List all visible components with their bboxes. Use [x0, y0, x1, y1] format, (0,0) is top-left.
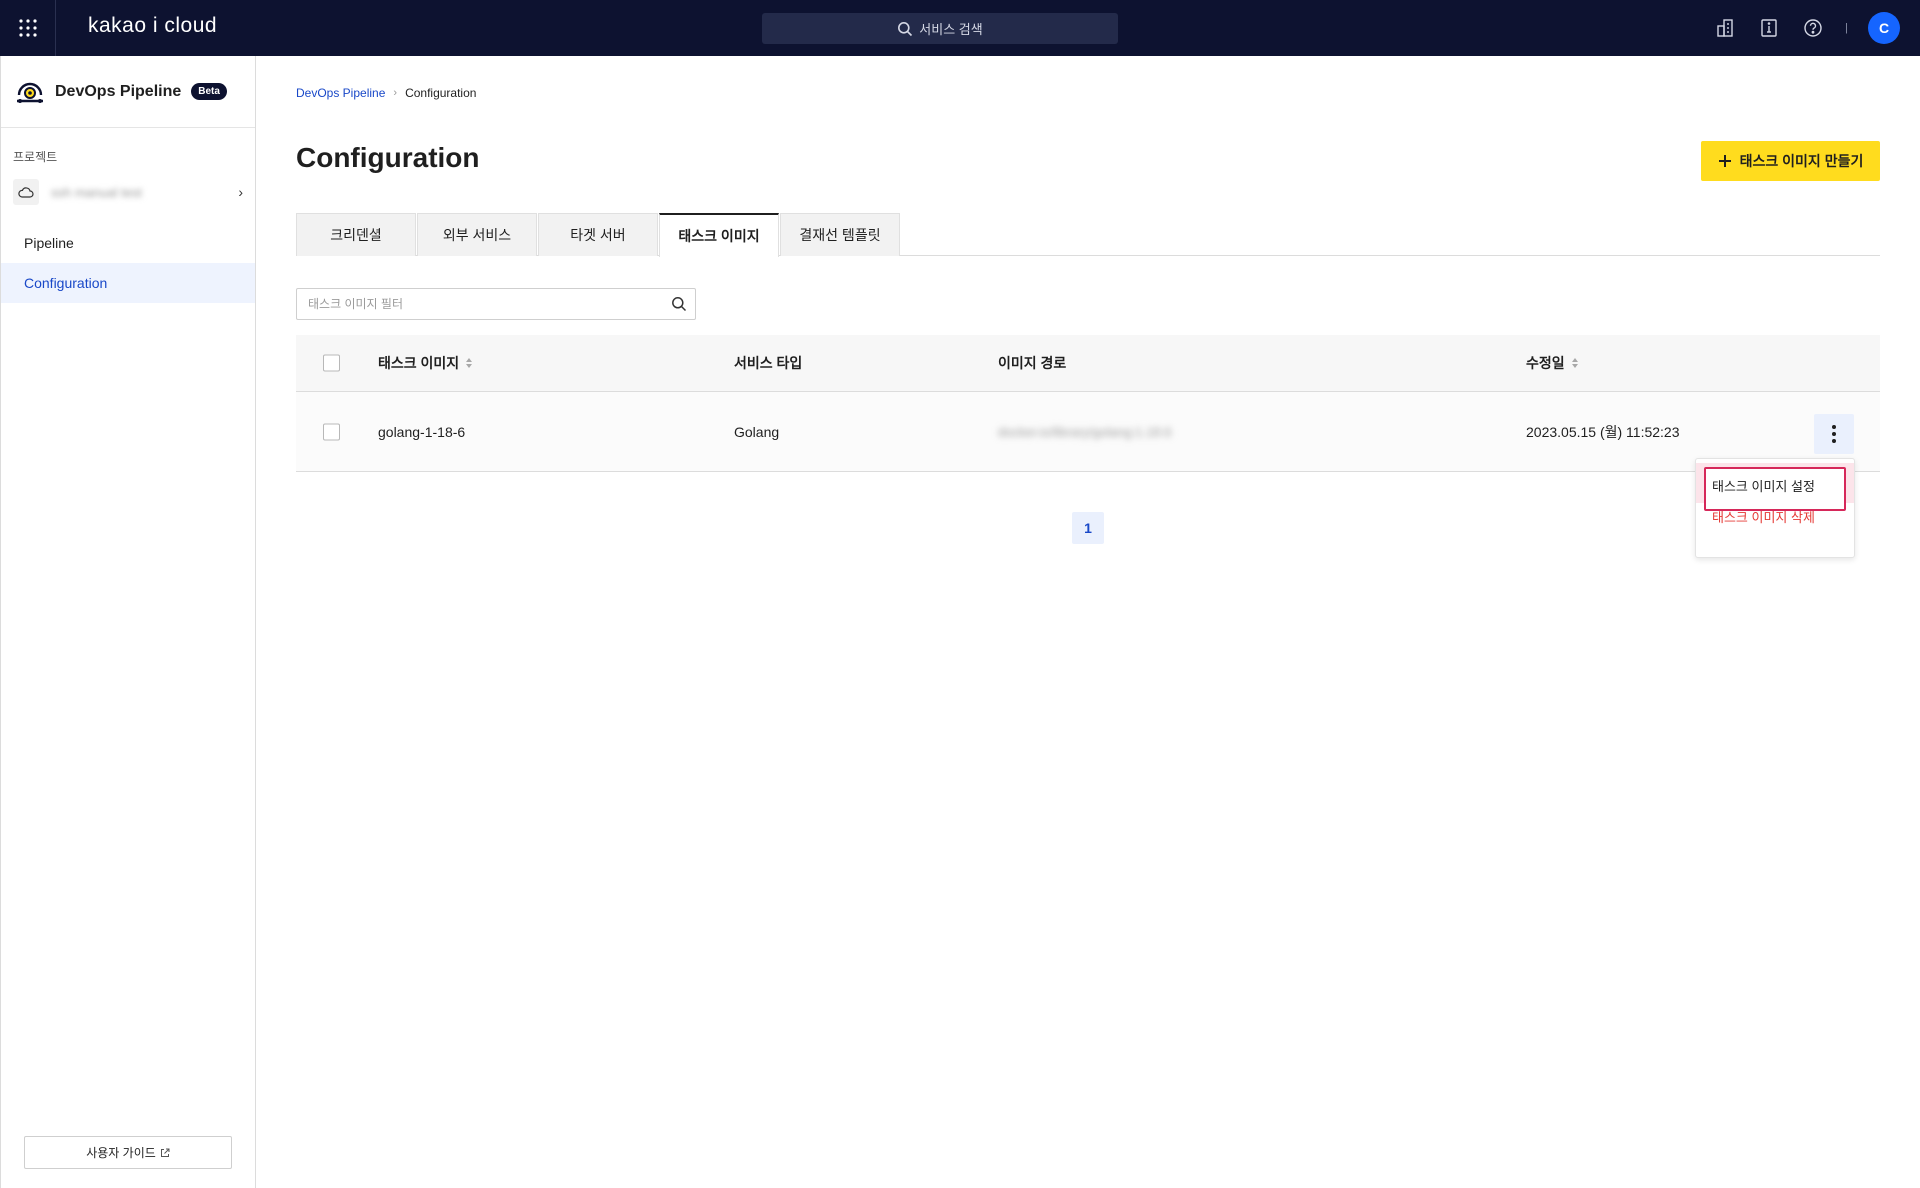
sort-icon[interactable] [1571, 357, 1579, 369]
table-row[interactable]: golang-1-18-6 Golang docker.io/library/g… [296, 392, 1880, 472]
chevron-right-icon: › [393, 87, 398, 99]
plus-icon [1718, 155, 1731, 167]
menu-item-delete-task-image[interactable]: 태스크 이미지 삭제 [1696, 507, 1854, 539]
task-image-filter [296, 288, 696, 320]
column-header-modified[interactable]: 수정일 [1526, 353, 1565, 373]
user-guide-button[interactable]: 사용자 가이드 [24, 1136, 232, 1169]
breadcrumb-current: Configuration [405, 86, 477, 100]
tab-credential[interactable]: 크리덴셜 [296, 213, 416, 256]
menu-item-task-image-settings[interactable]: 태스크 이미지 설정 [1696, 463, 1854, 511]
search-icon [898, 21, 913, 36]
search-icon[interactable] [671, 296, 687, 317]
project-section-label: 프로젝트 [13, 150, 58, 164]
task-image-name[interactable]: golang-1-18-6 [378, 424, 465, 440]
sidebar: DevOps Pipeline Beta 프로젝트 ssh manual tes… [0, 56, 256, 1188]
service-type: Golang [734, 423, 780, 440]
row-more-button[interactable] [1814, 414, 1854, 454]
row-action-menu: 태스크 이미지 설정 태스크 이미지 삭제 [1695, 458, 1855, 558]
chevron-right-icon: › [238, 184, 243, 200]
beta-badge: Beta [191, 83, 227, 100]
top-navigation-bar: kakao i cloud 서비스 검색 | C [0, 0, 1920, 56]
service-search-button[interactable]: 서비스 검색 [762, 13, 1118, 44]
project-selector[interactable]: ssh manual test › [13, 177, 243, 207]
external-link-icon [160, 1148, 170, 1157]
column-header-service-type: 서비스 타입 [734, 355, 803, 371]
page-title: Configuration [296, 142, 480, 173]
user-avatar[interactable]: C [1868, 12, 1900, 44]
service-title: DevOps Pipeline [55, 82, 182, 100]
service-brand: DevOps Pipeline Beta [1, 56, 255, 128]
create-task-image-label: 태스크 이미지 만들기 [1739, 153, 1864, 169]
help-icon[interactable] [1801, 16, 1825, 40]
row-checkbox[interactable] [323, 423, 340, 440]
devops-pipeline-icon [17, 82, 43, 103]
tab-task-image[interactable]: 태스크 이미지 [659, 213, 779, 257]
config-tabs: 크리덴셜 외부 서비스 타겟 서버 태스크 이미지 결재선 템플릿 [296, 213, 1880, 257]
select-all-checkbox[interactable] [323, 354, 340, 372]
tab-target-server[interactable]: 타겟 서버 [538, 213, 658, 256]
project-name: ssh manual test [51, 184, 143, 200]
kakao-cloud-logo[interactable]: kakao i cloud [88, 14, 217, 38]
sidebar-item-pipeline[interactable]: Pipeline [1, 223, 255, 263]
search-label: 서비스 검색 [919, 22, 983, 37]
modified-date: 2023.05.15 (월) 11:52:23 [1526, 423, 1680, 440]
tab-approval-template[interactable]: 결재선 템플릿 [780, 213, 900, 256]
menu-item-label: 태스크 이미지 설정 [1712, 479, 1815, 494]
breadcrumb-devops-pipeline[interactable]: DevOps Pipeline [296, 86, 385, 100]
breadcrumb: DevOps Pipeline › Configuration [296, 86, 476, 100]
user-guide-label: 사용자 가이드 [86, 1146, 156, 1160]
create-task-image-button[interactable]: 태스크 이미지 만들기 [1701, 141, 1880, 181]
info-document-icon[interactable] [1757, 16, 1781, 40]
topbar-separator: | [1845, 22, 1848, 34]
sidebar-item-configuration[interactable]: Configuration [1, 263, 255, 303]
column-header-task-image[interactable]: 태스크 이미지 [378, 353, 459, 373]
image-path: docker.io/library/golang:1.18.6 [998, 424, 1172, 439]
pagination-page-1[interactable]: 1 [1072, 512, 1104, 544]
sidebar-nav: Pipeline Configuration [1, 223, 255, 303]
building-icon[interactable] [1713, 16, 1737, 40]
cloud-icon [13, 179, 39, 205]
sort-icon[interactable] [465, 357, 473, 369]
tab-external-service[interactable]: 외부 서비스 [417, 213, 537, 256]
column-header-image-path: 이미지 경로 [998, 355, 1067, 371]
apps-grid-icon[interactable] [0, 0, 56, 56]
table-header: 태스크 이미지 서비스 타입 이미지 경로 수정일 [296, 335, 1880, 392]
task-image-filter-input[interactable] [297, 289, 657, 319]
more-vertical-icon [1832, 425, 1836, 443]
task-image-table: 태스크 이미지 서비스 타입 이미지 경로 수정일 golang-1-18-6 … [296, 335, 1880, 472]
